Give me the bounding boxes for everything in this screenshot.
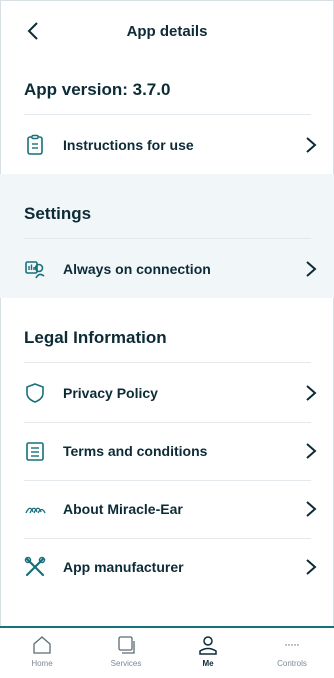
tab-bar: Home Services Me Controls: [0, 626, 334, 678]
hearing-connection-icon: [25, 261, 45, 279]
home-icon: [33, 636, 51, 654]
tools-icon: [24, 556, 46, 577]
tab-services-label: Services: [110, 659, 142, 668]
tab-me-label: Me: [202, 659, 214, 668]
page-title: App details: [126, 22, 208, 40]
settings-heading: Settings: [24, 204, 92, 223]
chevron-right-icon: [306, 261, 317, 277]
tab-home-label: Home: [31, 659, 53, 668]
tab-services[interactable]: Services: [84, 628, 168, 678]
person-icon: [199, 636, 217, 655]
chevron-right-icon: [306, 443, 317, 459]
dots-icon: [285, 644, 299, 646]
services-icon: [118, 636, 135, 654]
header: App details: [0, 0, 334, 62]
legal-heading: Legal Information: [24, 328, 167, 347]
tab-controls[interactable]: Controls: [250, 628, 334, 678]
divider: [24, 362, 311, 363]
terms-row[interactable]: Terms and conditions: [0, 422, 334, 480]
back-button[interactable]: [22, 18, 44, 44]
shield-icon: [26, 383, 44, 403]
app-version-heading: App version: 3.7.0: [24, 80, 171, 99]
manufacturer-label: App manufacturer: [63, 559, 184, 575]
privacy-policy-label: Privacy Policy: [63, 385, 158, 401]
terms-document-icon: [26, 442, 44, 461]
tab-controls-label: Controls: [277, 659, 307, 668]
privacy-policy-row[interactable]: Privacy Policy: [0, 364, 334, 422]
instructions-row[interactable]: Instructions for use: [0, 116, 334, 174]
chevron-right-icon: [306, 385, 317, 401]
about-row[interactable]: About Miracle-Ear: [0, 480, 334, 538]
tab-me[interactable]: Me: [166, 628, 250, 678]
tab-home[interactable]: Home: [0, 628, 84, 678]
terms-label: Terms and conditions: [63, 443, 208, 459]
instructions-label: Instructions for use: [63, 137, 194, 153]
always-on-connection-label: Always on connection: [63, 261, 211, 277]
brand-logo-icon: [25, 507, 46, 514]
chevron-right-icon: [306, 559, 317, 575]
chevron-right-icon: [306, 137, 317, 153]
chevron-right-icon: [306, 501, 317, 517]
about-label: About Miracle-Ear: [63, 501, 183, 517]
divider: [24, 238, 311, 239]
manufacturer-row[interactable]: App manufacturer: [0, 538, 334, 596]
always-on-connection-row[interactable]: Always on connection: [0, 240, 334, 298]
document-icon: [27, 134, 43, 155]
divider: [24, 114, 311, 115]
chevron-left-icon: [27, 22, 38, 40]
